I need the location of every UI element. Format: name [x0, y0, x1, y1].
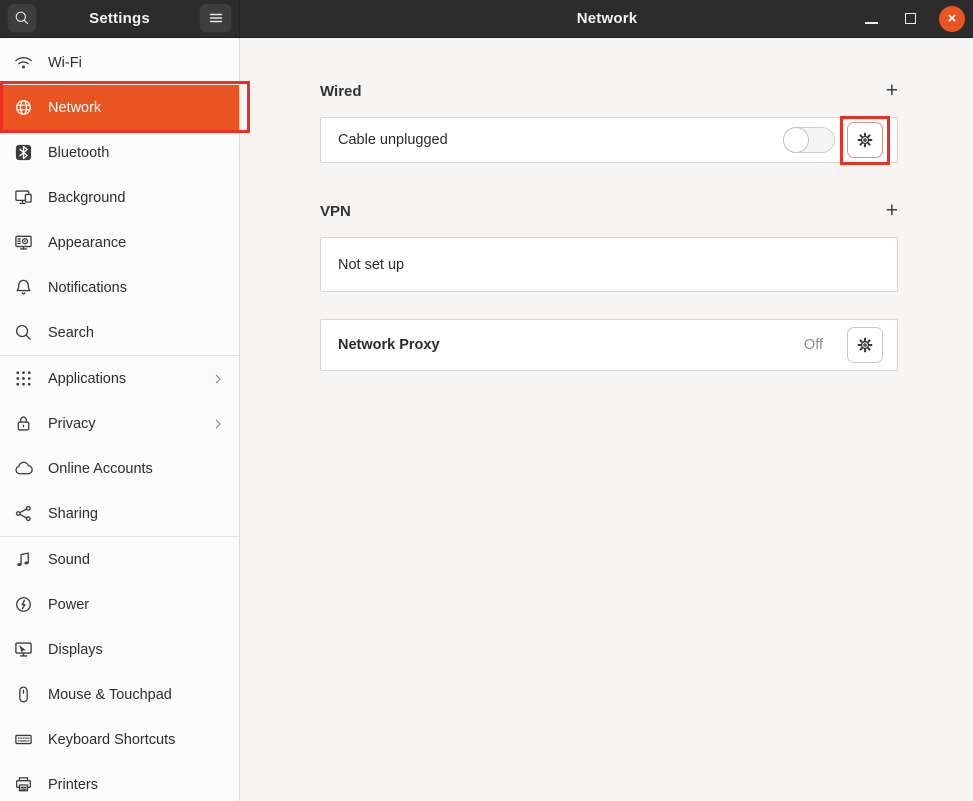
bluetooth-icon: [13, 143, 33, 163]
mouse-icon: [13, 685, 33, 705]
keyboard-icon: [13, 730, 33, 750]
music-note-icon: [13, 550, 33, 570]
content-area: Wired + Cable unplugged VPN +: [241, 38, 973, 801]
proxy-status: Off: [804, 337, 823, 353]
sidebar-header: Settings: [0, 0, 240, 37]
sidebar-item-sound[interactable]: Sound: [0, 537, 239, 582]
sidebar-item-wi-fi[interactable]: Wi-Fi: [0, 40, 239, 85]
network-proxy-label: Network Proxy: [338, 337, 440, 353]
background-icon: [13, 188, 33, 208]
vpn-section-title: VPN: [320, 203, 351, 220]
sidebar-item-label: Appearance: [48, 235, 126, 251]
sidebar-item-label: Background: [48, 190, 125, 206]
apps-grid-icon: [13, 369, 33, 389]
vpn-row[interactable]: Not set up: [320, 237, 898, 292]
sidebar-item-sharing[interactable]: Sharing: [0, 491, 239, 536]
sidebar-item-label: Sound: [48, 552, 90, 568]
power-icon: [13, 595, 33, 615]
add-vpn-button[interactable]: +: [872, 198, 898, 224]
sidebar-item-mouse-touchpad[interactable]: Mouse & Touchpad: [0, 672, 239, 717]
sidebar-item-power[interactable]: Power: [0, 582, 239, 627]
network-proxy-row[interactable]: Network Proxy Off: [320, 319, 898, 371]
sidebar-item-background[interactable]: Background: [0, 175, 239, 220]
chevron-right-icon: [211, 372, 225, 386]
sidebar: Wi-Fi Network Bluetooth Background Appearanc…: [0, 38, 240, 801]
sidebar-item-applications[interactable]: Applications: [0, 356, 239, 401]
add-wired-button[interactable]: +: [872, 78, 898, 104]
sidebar-item-label: Privacy: [48, 416, 96, 432]
sidebar-item-printers[interactable]: Printers: [0, 762, 239, 801]
sidebar-item-label: Keyboard Shortcuts: [48, 732, 175, 748]
sidebar-item-label: Power: [48, 597, 89, 613]
sidebar-item-label: Bluetooth: [48, 145, 109, 161]
menu-button[interactable]: [199, 3, 232, 33]
wired-section: Wired + Cable unplugged: [320, 82, 898, 163]
close-icon[interactable]: ×: [939, 6, 965, 32]
sidebar-item-network[interactable]: Network: [0, 85, 239, 130]
sidebar-item-search[interactable]: Search: [0, 310, 239, 355]
wifi-icon: [13, 53, 33, 73]
bell-icon: [13, 278, 33, 298]
sidebar-item-online-accounts[interactable]: Online Accounts: [0, 446, 239, 491]
sidebar-item-keyboard-shortcuts[interactable]: Keyboard Shortcuts: [0, 717, 239, 762]
proxy-settings-button[interactable]: [847, 327, 883, 363]
appearance-icon: [13, 233, 33, 253]
wired-device-label: Cable unplugged: [338, 132, 448, 148]
printer-icon: [13, 775, 33, 795]
sidebar-item-bluetooth[interactable]: Bluetooth: [0, 130, 239, 175]
sidebar-item-appearance[interactable]: Appearance: [0, 220, 239, 265]
vpn-status-label: Not set up: [338, 257, 404, 273]
gear-icon: [856, 336, 874, 354]
share-icon: [13, 504, 33, 524]
wired-settings-button[interactable]: [847, 122, 883, 158]
hamburger-icon: [208, 10, 224, 26]
cloud-icon: [13, 459, 33, 479]
sidebar-item-label: Mouse & Touchpad: [48, 687, 172, 703]
wired-device-row[interactable]: Cable unplugged: [320, 117, 898, 163]
sidebar-item-label: Sharing: [48, 506, 98, 522]
sidebar-item-label: Online Accounts: [48, 461, 153, 477]
sidebar-item-label: Printers: [48, 777, 98, 793]
sidebar-item-label: Wi-Fi: [48, 55, 82, 71]
sidebar-item-label: Search: [48, 325, 94, 341]
sidebar-item-privacy[interactable]: Privacy: [0, 401, 239, 446]
wired-toggle[interactable]: [783, 127, 835, 153]
maximize-icon[interactable]: [905, 13, 916, 24]
minimize-icon[interactable]: [865, 22, 878, 24]
display-icon: [13, 640, 33, 660]
sidebar-item-label: Notifications: [48, 280, 127, 296]
titlebar: Settings Network ×: [0, 0, 973, 38]
gear-icon: [856, 131, 874, 149]
main-header: Network ×: [241, 0, 973, 37]
vpn-section: VPN + Not set up: [320, 202, 898, 292]
sidebar-item-label: Displays: [48, 642, 103, 658]
globe-icon: [13, 98, 33, 118]
settings-window: Settings Network × Wi-Fi Network Bluetooth…: [0, 0, 973, 801]
sidebar-item-label: Applications: [48, 371, 126, 387]
sidebar-item-displays[interactable]: Displays: [0, 627, 239, 672]
toggle-knob: [783, 127, 809, 153]
sidebar-item-notifications[interactable]: Notifications: [0, 265, 239, 310]
page-title: Network: [241, 0, 973, 37]
lock-icon: [13, 414, 33, 434]
chevron-right-icon: [211, 417, 225, 431]
wired-section-title: Wired: [320, 83, 362, 100]
search-icon: [13, 323, 33, 343]
sidebar-item-label: Network: [48, 100, 101, 116]
window-controls: ×: [865, 0, 965, 37]
